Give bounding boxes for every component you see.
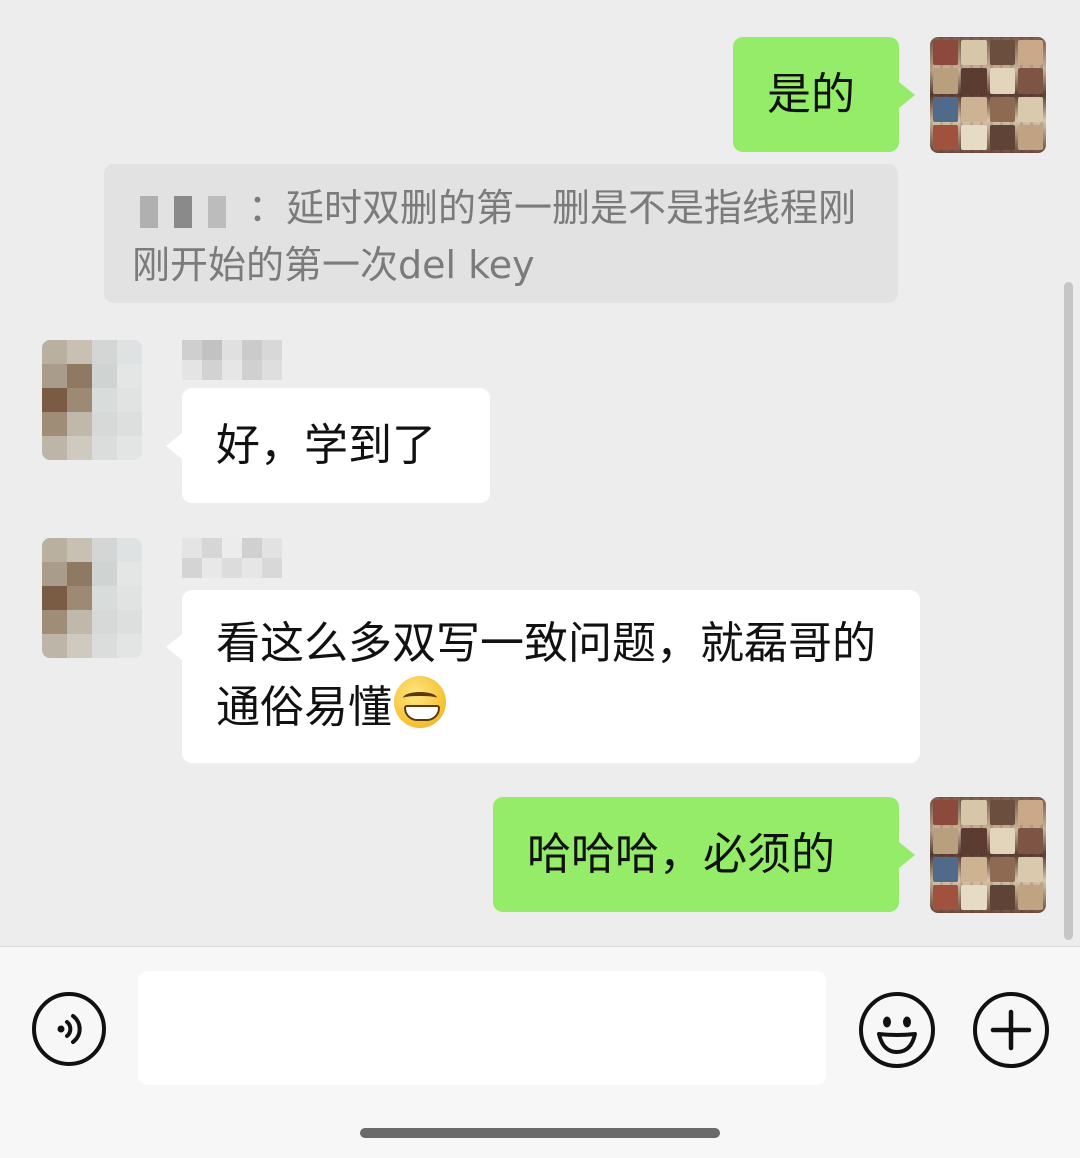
grinning-emoji-icon (394, 676, 446, 728)
my-avatar[interactable] (930, 37, 1046, 153)
blurred-contact-name (182, 340, 282, 380)
quoted-message[interactable]: ：延时双删的第一删是不是指线程刚刚开始的第一次del key (104, 164, 898, 303)
bubble-tail (899, 82, 915, 108)
contact-message-bubble[interactable]: 好，学到了 (182, 388, 490, 503)
message-text: 看这么多双写一致问题，就磊哥的通俗易懂 (216, 618, 876, 733)
blurred-sender-name (132, 192, 244, 230)
bubble-tail (166, 433, 182, 459)
message-text: 哈哈哈，必须的 (527, 829, 835, 880)
chat-area[interactable]: 是的 ：延时双删的第一删是不是指线程刚刚开始的第一次del key 好，学到了 (0, 0, 1080, 946)
emoji-button[interactable] (859, 992, 935, 1068)
my-message-bubble[interactable]: 是的 (733, 37, 899, 152)
scrollbar[interactable] (1064, 282, 1073, 940)
message-text: 好，学到了 (216, 420, 436, 471)
plus-icon (990, 1009, 1032, 1051)
input-bar (0, 946, 1080, 1158)
voice-icon (57, 1014, 82, 1044)
bubble-tail (166, 634, 182, 660)
my-message-bubble[interactable]: 哈哈哈，必须的 (493, 797, 899, 912)
contact-avatar[interactable] (42, 538, 142, 658)
contact-avatar[interactable] (42, 340, 142, 460)
more-button[interactable] (973, 992, 1049, 1068)
blurred-contact-name (182, 538, 282, 578)
message-input[interactable] (138, 971, 826, 1085)
my-avatar[interactable] (930, 797, 1046, 913)
home-indicator[interactable] (360, 1128, 720, 1138)
contact-message-bubble[interactable]: 看这么多双写一致问题，就磊哥的通俗易懂 (182, 590, 920, 763)
smiley-icon (877, 1016, 917, 1054)
voice-button[interactable] (32, 992, 106, 1066)
bubble-tail (899, 842, 915, 868)
message-text: 是的 (767, 69, 855, 120)
